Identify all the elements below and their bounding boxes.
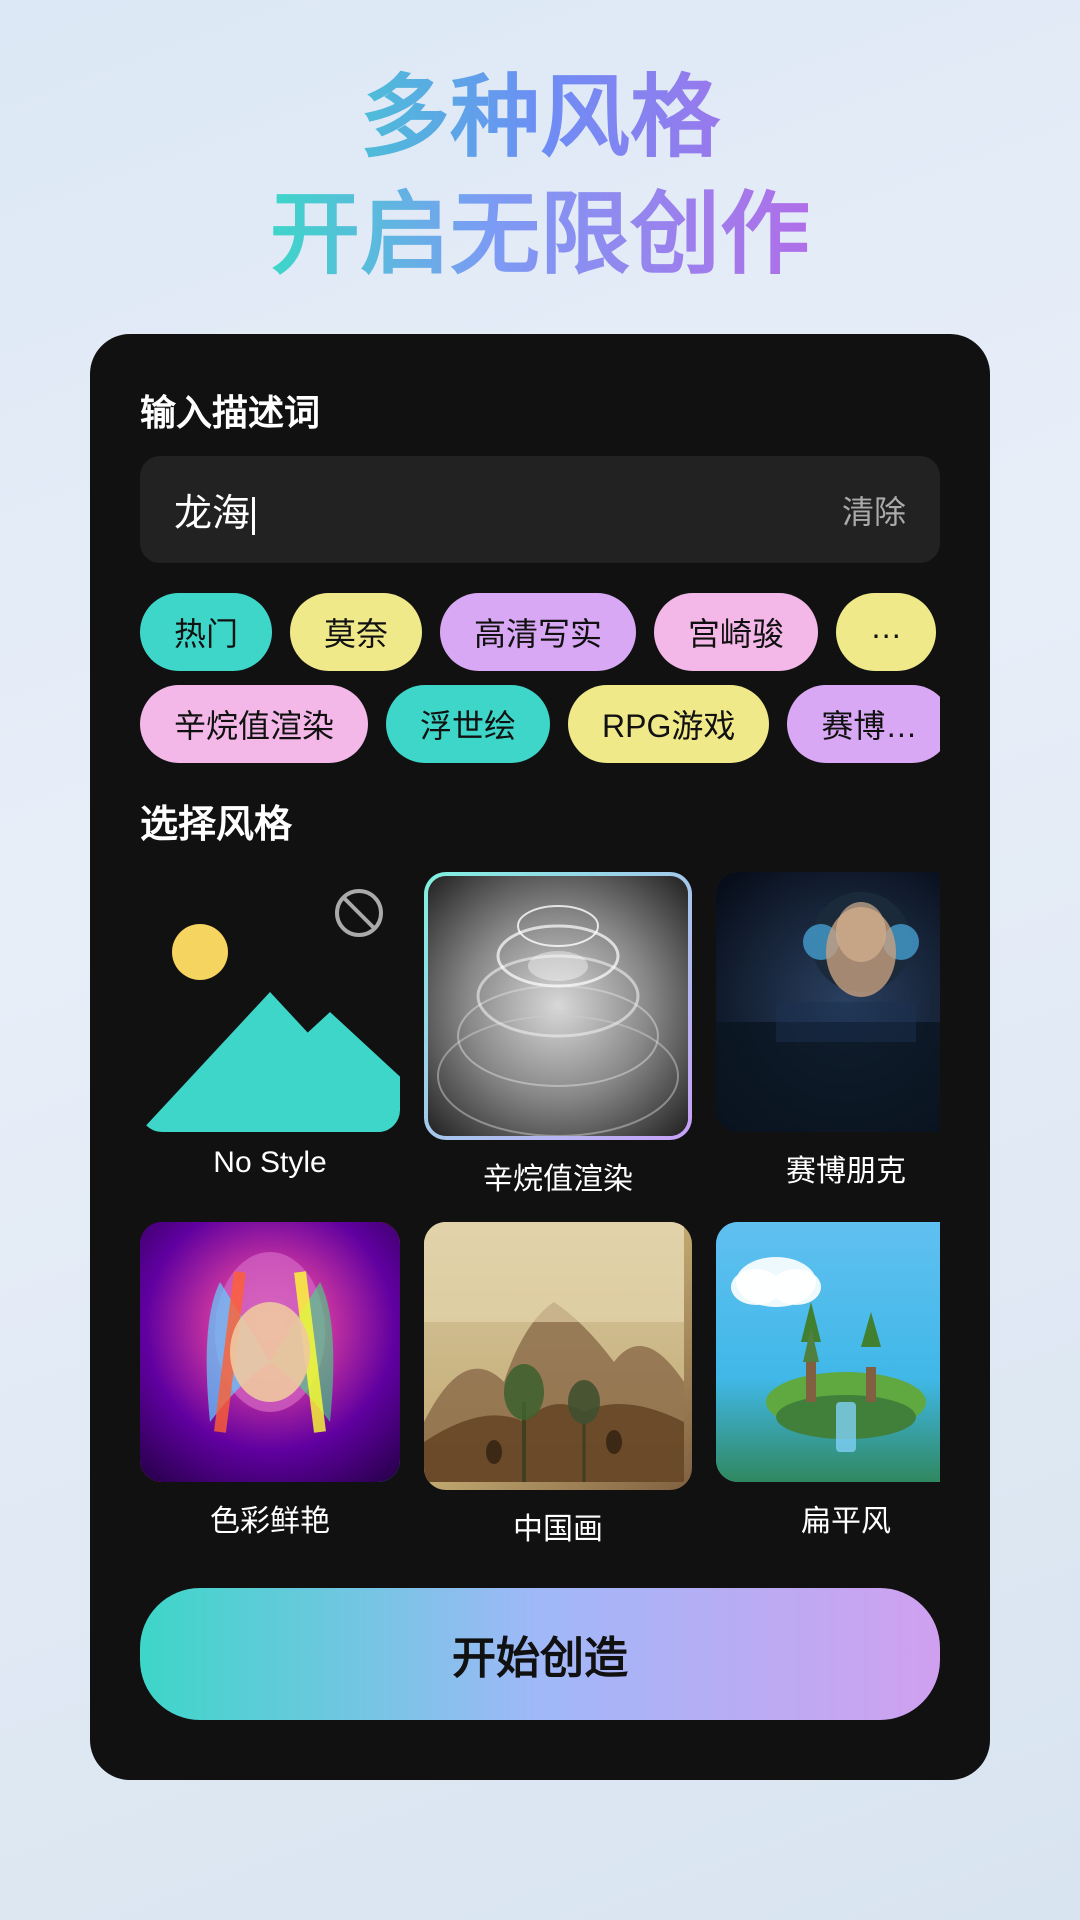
tags-row-2: 辛烷值渲染 浮世绘 RPG游戏 赛博… [140, 685, 940, 763]
tag-sebo[interactable]: 赛博… [787, 685, 940, 763]
headline: 多种风格 开启无限创作 [270, 60, 810, 294]
tag-more1[interactable]: … [836, 593, 936, 671]
clear-button[interactable]: 清除 [842, 487, 906, 533]
tag-miyazaki[interactable]: 宫崎骏 [654, 593, 818, 671]
style-label-no-style: No Style [213, 1146, 326, 1180]
style-item-flat[interactable]: 扁平风 [716, 1222, 940, 1548]
style-grid: No Style [140, 872, 940, 1548]
main-card: 输入描述词 龙海 清除 热门 莫奈 高清写实 宫崎骏 … 辛烷值渲染 浮世绘 R… [90, 334, 990, 1780]
input-wrapper[interactable]: 龙海 清除 [140, 456, 940, 563]
input-text[interactable]: 龙海 [174, 482, 842, 537]
style-thumb-flat [716, 1222, 940, 1482]
tag-hot[interactable]: 热门 [140, 593, 272, 671]
tags-row-1: 热门 莫奈 高清写实 宫崎骏 … [140, 593, 940, 671]
style-section-label: 选择风格 [140, 793, 940, 848]
style-item-sebo[interactable]: 赛博朋克 [716, 872, 940, 1198]
style-item-no-style[interactable]: No Style [140, 872, 400, 1198]
color-svg [140, 1222, 400, 1482]
style-thumb-sebo [716, 872, 940, 1132]
sebo-svg [716, 872, 940, 1132]
tag-hd[interactable]: 高清写实 [440, 593, 636, 671]
style-label-flat: 扁平风 [801, 1496, 891, 1540]
style-label-sebo: 赛博朋克 [786, 1146, 906, 1190]
create-button[interactable]: 开始创造 [140, 1588, 940, 1720]
style-thumb-color [140, 1222, 400, 1482]
style-thumb-xinrao [424, 872, 692, 1140]
style-thumb-no-style [140, 872, 400, 1132]
style-label-chinese: 中国画 [513, 1504, 603, 1548]
input-section-label: 输入描述词 [140, 384, 940, 436]
style-item-chinese[interactable]: 中国画 [424, 1222, 692, 1548]
xinrao-svg [428, 876, 688, 1136]
style-item-xinrao[interactable]: 辛烷值渲染 [424, 872, 692, 1198]
tag-ukiyo[interactable]: 浮世绘 [386, 685, 550, 763]
no-style-icon [334, 888, 384, 938]
tag-xinrao[interactable]: 辛烷值渲染 [140, 685, 368, 763]
tag-monet[interactable]: 莫奈 [290, 593, 422, 671]
style-thumb-chinese [424, 1222, 692, 1490]
style-item-color[interactable]: 色彩鲜艳 [140, 1222, 400, 1548]
chinese-svg [424, 1222, 684, 1482]
style-label-color: 色彩鲜艳 [210, 1496, 330, 1540]
tag-rpg[interactable]: RPG游戏 [568, 685, 769, 763]
flat-svg [716, 1222, 940, 1482]
headline-line1: 多种风格 [270, 60, 810, 177]
headline-line2: 开启无限创作 [270, 177, 810, 294]
style-label-xinrao: 辛烷值渲染 [483, 1154, 633, 1198]
